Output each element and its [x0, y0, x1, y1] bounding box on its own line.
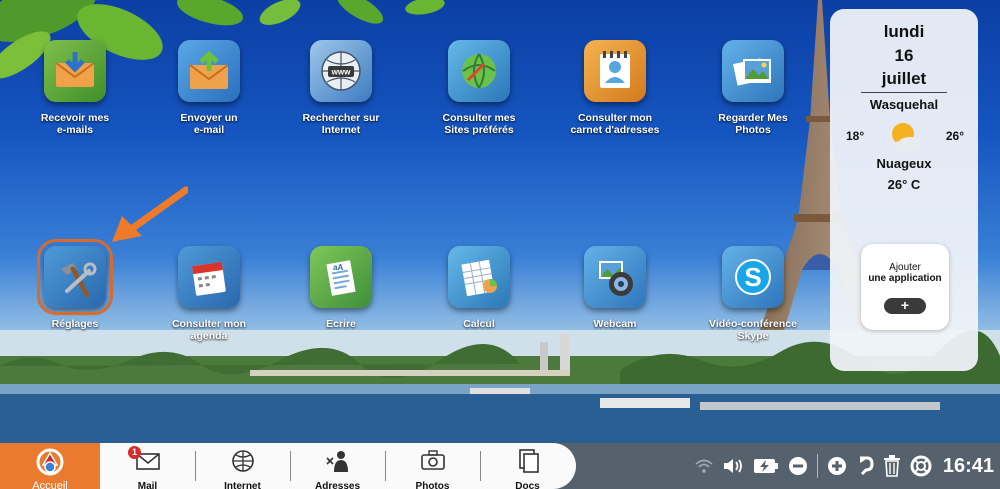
weather-widget[interactable]: lundi 16 juillet Wasquehal 18° 26° Nuage… [830, 9, 978, 371]
app-label: Réglages [51, 318, 99, 330]
weather-max-temp: 26° [945, 129, 964, 143]
app-label: Vidéo-conférence Skype [709, 318, 797, 342]
home-logo-icon [36, 448, 64, 476]
svg-text:S: S [744, 262, 761, 292]
battery-charging-icon[interactable] [753, 457, 779, 475]
tray-separator [816, 454, 818, 478]
system-tray: 16:41 [695, 443, 1000, 489]
app-webcam[interactable]: Webcam [540, 246, 690, 330]
desktop: Recevoir mes e-mails Envoyer un e-mail w… [0, 0, 1000, 443]
pointer-arrow-icon [112, 186, 188, 242]
app-label: Ecrire [326, 318, 356, 330]
weather-temps: 18° 26° [830, 112, 978, 154]
taskbar: Accueil 1 Mail Internet Adresses Photos … [0, 443, 1000, 489]
add-app-label-line2: une application [868, 273, 942, 284]
document-write-icon: aA [310, 246, 372, 308]
app-rechercher-internet[interactable]: www Rechercher sur Internet [266, 40, 416, 136]
help-lifebuoy-icon[interactable] [910, 455, 932, 477]
volume-icon[interactable] [722, 457, 744, 475]
app-agenda[interactable]: Consulter mon agenda [134, 246, 284, 342]
receive-mail-icon [44, 40, 106, 102]
dock-label: Photos [415, 481, 450, 489]
photos-icon [722, 40, 784, 102]
dock: 1 Mail Internet Adresses Photos Docs [100, 443, 576, 489]
app-skype[interactable]: S Vidéo-conférence Skype [678, 246, 828, 342]
app-label: Consulter mes Sites préférés [442, 112, 516, 136]
svg-text:www: www [331, 68, 351, 77]
app-label: Regarder Mes Photos [718, 112, 788, 136]
calendar-icon [178, 246, 240, 308]
app-label: Envoyer un e-mail [180, 112, 238, 136]
dock-label: Internet [224, 481, 261, 489]
app-calcul[interactable]: Calcul [404, 246, 554, 330]
favorite-sites-icon [448, 40, 510, 102]
www-globe-icon: www [310, 40, 372, 102]
dock-label: Docs [515, 481, 540, 489]
contacts-icon [325, 451, 348, 472]
app-label: Webcam [593, 318, 637, 330]
home-button[interactable]: Accueil [0, 443, 100, 489]
app-label: Rechercher sur Internet [302, 112, 380, 136]
back-arrow-icon[interactable] [856, 456, 874, 476]
notification-badge: 1 [128, 446, 141, 459]
add-app-label-line1: Ajouter [889, 262, 921, 273]
app-regarder-photos[interactable]: Regarder Mes Photos [678, 40, 828, 136]
app-carnet-adresses[interactable]: Consulter mon carnet d'adresses [540, 40, 690, 136]
app-ecrire[interactable]: aA Ecrire [266, 246, 416, 330]
trash-icon[interactable] [883, 455, 901, 477]
documents-icon [518, 449, 539, 473]
weather-current-temp: 26° C [887, 177, 921, 192]
dock-item-mail[interactable]: 1 Mail [100, 443, 195, 489]
svg-text:aA: aA [333, 263, 343, 272]
weather-day: lundi [883, 22, 925, 41]
dock-item-adresses[interactable]: Adresses [290, 443, 385, 489]
app-label: Calcul [463, 318, 495, 330]
weather-city: Wasquehal [869, 97, 939, 112]
weather-month: juillet [881, 69, 927, 88]
settings-tools-icon [37, 239, 113, 315]
dock-label: Mail [137, 481, 158, 489]
camera-icon [420, 450, 445, 470]
plus-icon: + [884, 298, 926, 314]
weather-min-temp: 18° [846, 129, 865, 143]
weather-date: 16 [894, 46, 914, 65]
app-recevoir-mails[interactable]: Recevoir mes e-mails [0, 40, 150, 136]
wifi-icon[interactable] [695, 458, 713, 474]
clock: 16:41 [942, 454, 994, 477]
zoom-out-icon[interactable] [788, 456, 808, 476]
address-book-icon [584, 40, 646, 102]
app-envoyer-mail[interactable]: Envoyer un e-mail [134, 40, 284, 136]
skype-icon: S [722, 246, 784, 308]
send-mail-icon [178, 40, 240, 102]
webcam-icon [584, 246, 646, 308]
dock-item-photos[interactable]: Photos [385, 443, 480, 489]
app-label: Consulter mon agenda [171, 318, 247, 342]
app-label: Recevoir mes e-mails [40, 112, 110, 136]
app-sites-preferes[interactable]: Consulter mes Sites préférés [404, 40, 554, 136]
divider [861, 92, 947, 93]
app-label: Consulter mon carnet d'adresses [570, 112, 660, 136]
dock-label: Adresses [314, 481, 361, 489]
add-application-button[interactable]: Ajouter une application + [861, 244, 949, 330]
dock-item-docs[interactable]: Docs [480, 443, 575, 489]
sun-cloud-icon [892, 123, 922, 151]
weather-condition: Nuageux [876, 156, 932, 171]
home-label: Accueil [32, 480, 68, 489]
zoom-in-icon[interactable] [827, 456, 847, 476]
dock-item-internet[interactable]: Internet [195, 443, 290, 489]
spreadsheet-icon [448, 246, 510, 308]
app-reglages[interactable]: Réglages [0, 239, 150, 330]
globe-icon [231, 450, 254, 472]
